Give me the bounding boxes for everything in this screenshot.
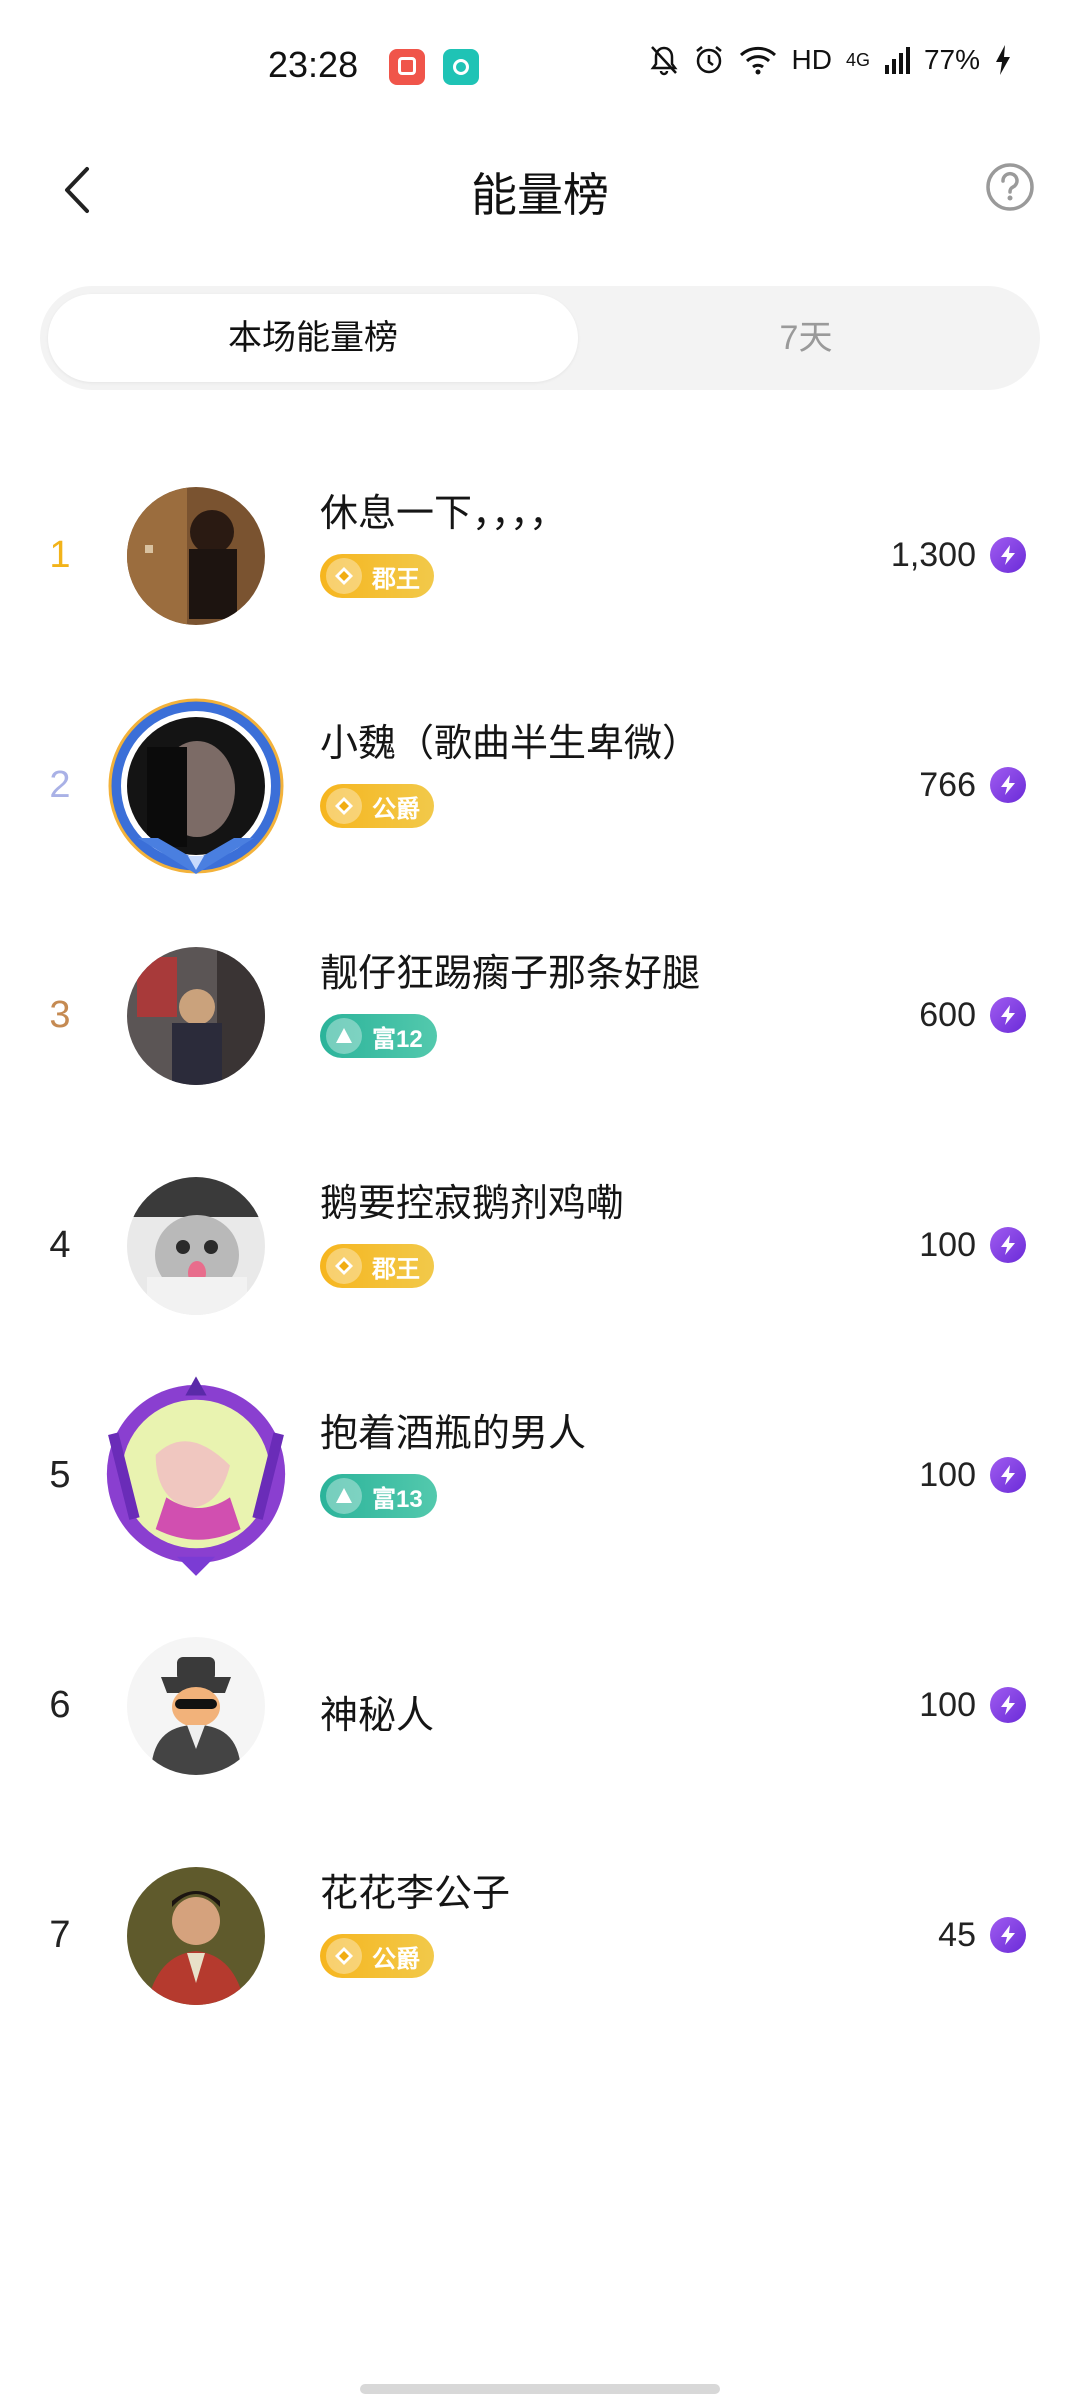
rank-number: 7 [49,1914,71,1956]
mystery-person-avatar[interactable] [127,1637,265,1775]
energy-icon [990,537,1026,573]
rank-number: 5 [49,1454,71,1496]
user-name: 鹅要控寂鹅剂鸡嘞 [320,1183,625,1225]
rank-number: 2 [49,764,71,806]
score-value: 600 [919,995,976,1034]
status-time: 23:28 [268,44,359,85]
question-circle-icon[interactable] [980,157,1040,217]
crown-badge-icon [326,1248,362,1284]
energy-icon [990,1227,1026,1263]
triangle-badge-icon [326,1478,362,1514]
crown-badge-icon [326,558,362,594]
score-value: 766 [919,765,976,804]
wealth-badge: 富13 [320,1474,437,1518]
score: 600 [919,900,1026,1130]
score-value: 100 [919,1455,976,1494]
score: 766 [919,670,1026,900]
avatar[interactable] [127,947,265,1085]
score-value: 1,300 [890,535,976,574]
ranking-row[interactable]: 5 抱着酒瓶的男人 富13 100 [0,1360,1080,1590]
score: 45 [938,1820,1026,2050]
level-badge: 公爵 [320,784,434,828]
score: 1,300 [891,440,1026,670]
energy-icon [990,997,1026,1033]
user-name: 靓仔狂踢瘸子那条好腿 [320,953,701,995]
score: 100 [919,1590,1026,1820]
level-badge: 公爵 [320,1934,434,1978]
user-name: 抱着酒瓶的男人 [320,1413,587,1455]
badge-label: 公爵 [372,1945,420,1973]
avatar[interactable] [127,1177,265,1315]
network-type: HD [791,44,832,75]
crown-badge-icon [326,1938,362,1974]
badge-label: 公爵 [372,795,420,823]
user-name: 神秘人 [320,1695,435,1737]
ranking-row[interactable]: 1 休息一下，，，， 郡王 1,300 [0,440,1080,670]
bell-off-icon [650,46,678,76]
wifi-icon [740,46,777,75]
charging-icon [996,45,1010,75]
avatar[interactable] [127,1867,265,2005]
user-name: 小魏（歌曲半生卑微） [320,723,701,765]
energy-icon [990,767,1026,803]
energy-icon [990,1917,1026,1953]
battery-level: 77% [923,44,980,75]
signal-type: 4G [845,49,870,70]
ranking-row[interactable]: 3 靓仔狂踢瘸子那条好腿 富12 600 [0,900,1080,1130]
score: 100 [919,1130,1026,1360]
badge-label: 富12 [372,1025,423,1053]
energy-icon [990,1687,1026,1723]
score-value: 100 [919,1685,976,1724]
rank-number: 4 [49,1224,71,1266]
tab-current-session[interactable]: 本场能量榜 [48,294,578,382]
alarm-icon [696,46,723,74]
avatar[interactable] [92,1370,300,1578]
triangle-badge-icon [326,1018,362,1054]
rank-number: 3 [49,994,71,1036]
badge-label: 郡王 [372,1255,420,1283]
wealth-badge: 富12 [320,1014,437,1058]
energy-icon [990,1457,1026,1493]
score: 100 [919,1360,1026,1590]
ranking-row[interactable]: 6 神秘人 100 [0,1590,1080,1820]
level-badge: 郡王 [320,554,434,598]
status-indicators: HD 4G 77% [649,44,1012,76]
app-notification-icon-2 [443,49,479,85]
app-notification-icon [389,49,425,85]
status-bar: 23:28 HD 4G 77% [0,0,1080,135]
ranking-row[interactable]: 7 花花李公子 公爵 45 [0,1820,1080,2050]
badge-label: 富13 [372,1485,423,1513]
score-value: 45 [938,1915,976,1954]
tab-7-days[interactable]: 7天 [580,294,1032,382]
badge-label: 郡王 [372,565,420,593]
user-name: 休息一下，，，， [320,493,568,535]
user-name: 花花李公子 [320,1873,511,1915]
avatar-frame [108,698,284,874]
ranking-row[interactable]: 2 小魏（歌曲半生卑微） 公爵 766 [0,670,1080,900]
rank-number: 6 [49,1684,71,1726]
crown-badge-icon [326,788,362,824]
signal-icon [884,47,910,74]
rank-number: 1 [49,534,71,576]
avatar[interactable] [127,487,265,625]
page-title: 能量榜 [471,169,609,221]
level-badge: 郡王 [320,1244,434,1288]
ranking-row[interactable]: 4 鹅要控寂鹅剂鸡嘞 郡王 100 [0,1130,1080,1360]
score-value: 100 [919,1225,976,1264]
home-indicator[interactable] [360,2384,720,2394]
header: 能量榜 [0,135,1080,245]
ranking-tabs: 本场能量榜 7天 [40,286,1040,390]
